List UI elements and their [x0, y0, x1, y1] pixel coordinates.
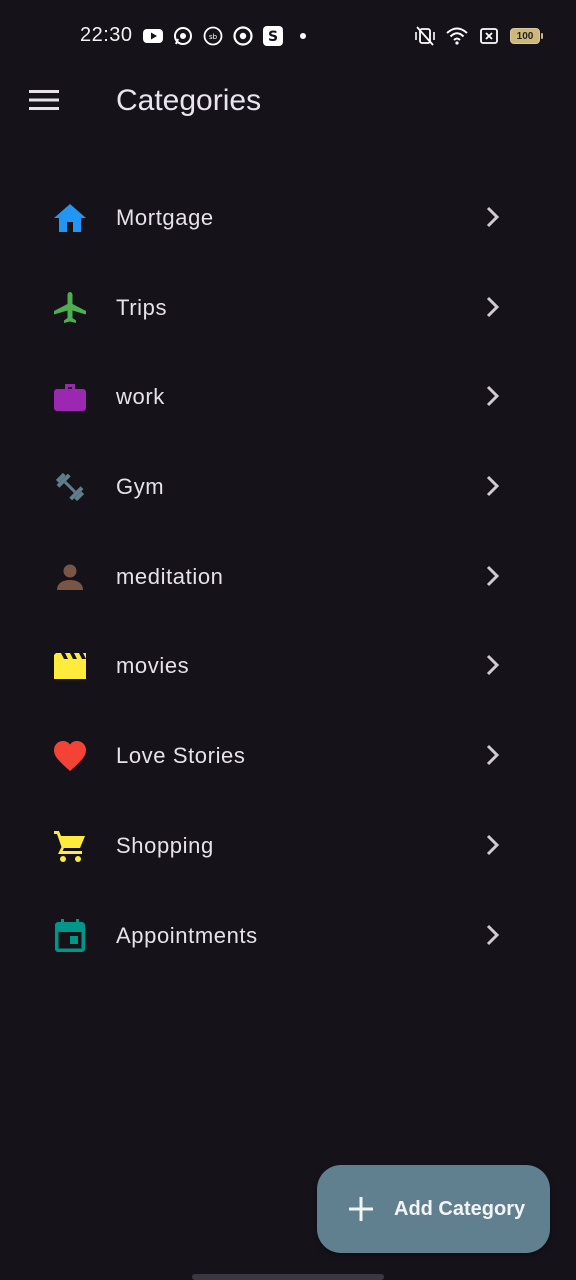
chevron-right-icon [480, 473, 506, 499]
briefcase-icon [52, 379, 88, 415]
heart-icon [52, 738, 88, 774]
status-right-icons: 100 [414, 24, 543, 48]
add-category-button[interactable]: Add Category [317, 1165, 550, 1253]
category-item-movies[interactable]: movies [0, 620, 576, 710]
category-item-appointments[interactable]: Appointments [0, 890, 576, 980]
category-label: work [116, 384, 165, 410]
plus-icon [347, 1195, 375, 1223]
chrome-icon [232, 25, 254, 47]
category-item-gym[interactable]: Gym [0, 441, 576, 531]
movie-clapper-icon [52, 648, 88, 684]
status-bar: 22:30 sb S 100 [0, 0, 576, 72]
category-label: Mortgage [116, 205, 214, 230]
category-label: Trips [116, 294, 168, 320]
sb-app-icon: sb [202, 25, 224, 47]
add-category-label: Add Category [394, 1198, 526, 1220]
category-label: meditation [116, 563, 224, 589]
chevron-right-icon [480, 742, 506, 768]
category-item-work[interactable]: work [0, 351, 576, 441]
category-label: Shopping [116, 832, 214, 858]
chevron-right-icon [480, 294, 506, 320]
category-label: movies [116, 653, 190, 679]
s-app-icon: S [262, 25, 284, 47]
app-bar: Categories [0, 72, 576, 132]
menu-button[interactable] [22, 80, 66, 124]
category-item-trips[interactable]: Trips [0, 262, 576, 352]
svg-text:S: S [268, 29, 278, 45]
chevron-right-icon [480, 652, 506, 678]
category-list: Mortgage Trips work Gym meditation movie… [0, 172, 576, 979]
chevron-right-icon [480, 563, 506, 589]
whatsapp-icon [172, 25, 194, 47]
chevron-right-icon [480, 383, 506, 409]
category-item-shopping[interactable]: Shopping [0, 800, 576, 890]
wifi-icon [446, 25, 468, 47]
chevron-right-icon [480, 832, 506, 858]
person-icon [52, 559, 88, 595]
category-label: Appointments [116, 922, 258, 948]
home-icon [52, 200, 88, 236]
category-label: Love Stories [116, 743, 246, 769]
home-indicator[interactable] [192, 1274, 384, 1280]
calendar-event-icon [52, 918, 88, 954]
notification-dot-icon [292, 25, 314, 47]
page-title: Categories [116, 84, 262, 117]
category-item-mortgage[interactable]: Mortgage [0, 172, 576, 262]
airplane-icon [52, 290, 88, 326]
chevron-right-icon [480, 922, 506, 948]
battery-icon: 100 [510, 28, 543, 44]
chevron-right-icon [480, 204, 506, 230]
hamburger-menu-icon [29, 89, 59, 116]
status-time: 22:30 [80, 24, 133, 46]
category-item-love-stories[interactable]: Love Stories [0, 710, 576, 800]
svg-text:sb: sb [209, 33, 218, 41]
shopping-cart-icon [52, 828, 88, 864]
vibrate-off-icon [414, 25, 436, 47]
dumbbell-icon [52, 469, 88, 505]
category-label: Gym [116, 474, 165, 500]
status-left-icons: sb S [142, 24, 314, 48]
category-item-meditation[interactable]: meditation [0, 531, 576, 621]
youtube-icon [142, 25, 164, 47]
sim-off-icon [478, 25, 500, 47]
